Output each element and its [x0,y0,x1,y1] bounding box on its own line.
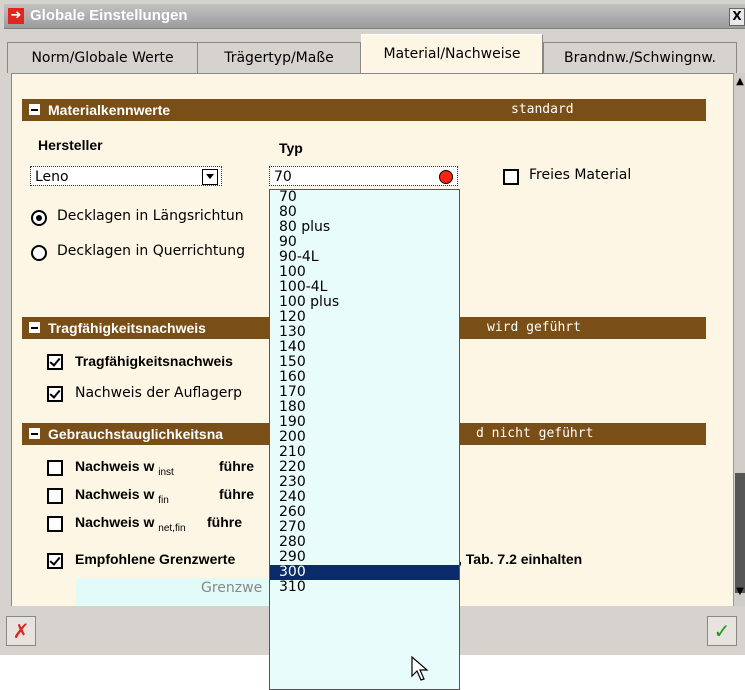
empfohlen-checkbox[interactable] [47,553,63,569]
close-button[interactable]: X [729,8,745,26]
typ-option[interactable]: 280 [270,535,459,550]
auflager-checkbox[interactable] [47,386,63,402]
tab-brandnw-schwingnw[interactable]: Brandnw./Schwingnw. [543,42,737,73]
typ-option[interactable]: 200 [270,430,459,445]
typ-option[interactable]: 300 [270,565,459,580]
typ-option[interactable]: 170 [270,385,459,400]
typ-option[interactable]: 120 [270,310,459,325]
typ-option[interactable]: 290 [270,550,459,565]
typ-option[interactable]: 240 [270,490,459,505]
cancel-button[interactable]: ✗ [6,616,36,646]
typ-label: Typ [279,140,303,156]
w-netfin-label: Nachweis w net,fin [75,514,186,534]
typ-value: 70 [274,169,292,185]
tab-norm-globale-werte[interactable]: Norm/Globale Werte [7,42,198,73]
title-bar[interactable]: ➜ Globale Einstellungen X [4,4,745,29]
typ-option[interactable]: 310 [270,580,459,595]
auflager-label: Nachweis der Auflagerp [75,385,243,401]
w-netfin-fuehren: führe [207,514,242,530]
tabelle-label: , Tab. 7.2 einhalten [458,551,583,567]
scroll-up-icon[interactable]: ▲ [734,75,745,89]
typ-option[interactable]: 90-4L [270,250,459,265]
typ-option[interactable]: 210 [270,445,459,460]
tab-material-nachweise[interactable]: Material/Nachweise [361,34,543,75]
w-inst-checkbox[interactable] [47,460,63,476]
w-inst-label: Nachweis w inst [75,458,174,478]
typ-option[interactable]: 100-4L [270,280,459,295]
typ-option[interactable]: 160 [270,370,459,385]
w-fin-label: Nachweis w fin [75,486,169,506]
window-title: Globale Einstellungen [30,7,188,24]
grenzwerte-label: Grenzwe [201,580,263,596]
section-title: Gebrauchstauglichkeitsna [48,426,224,442]
hersteller-label: Hersteller [38,137,103,153]
typ-select[interactable]: 70 [269,166,458,186]
section-materialkennwerte[interactable]: Materialkennwerte standard [22,99,706,121]
status-dot-icon [439,170,453,184]
decklagen-quer-radio[interactable] [31,245,47,261]
typ-option[interactable]: 100 plus [270,295,459,310]
app-arrow-icon: ➜ [8,8,24,24]
typ-option[interactable]: 80 [270,205,459,220]
chevron-down-icon[interactable] [202,169,218,185]
typ-option[interactable]: 180 [270,400,459,415]
decklagen-laengs-label: Decklagen in Längsrichtun [57,208,244,224]
freies-material-label: Freies Material [529,167,632,183]
decklagen-quer-label: Decklagen in Querrichtung [57,243,246,259]
scroll-down-icon[interactable]: ▼ [734,585,745,599]
tragfaehigkeit-checkbox[interactable] [47,354,63,370]
typ-option[interactable]: 270 [270,520,459,535]
w-inst-fuehren: führe [219,458,254,474]
typ-option[interactable]: 220 [270,460,459,475]
collapse-icon[interactable] [29,428,40,439]
w-fin-checkbox[interactable] [47,488,63,504]
mouse-cursor-icon [411,656,429,681]
w-fin-fuehren: führe [219,486,254,502]
typ-option[interactable]: 190 [270,415,459,430]
section-status: d nicht geführt [476,426,594,441]
typ-option[interactable]: 150 [270,355,459,370]
tab-bar: Norm/Globale Werte Trägertyp/Maße Materi… [0,34,745,75]
decklagen-laengs-radio[interactable] [31,210,47,226]
typ-option[interactable]: 140 [270,340,459,355]
hersteller-select[interactable]: Leno [30,166,222,186]
ok-button[interactable]: ✓ [707,616,737,646]
vertical-scrollbar[interactable]: ▲ ▼ [733,73,745,606]
freies-material-checkbox[interactable] [503,169,519,185]
section-status: wird geführt [487,320,581,335]
section-status: standard [511,102,574,117]
w-netfin-checkbox[interactable] [47,516,63,532]
hersteller-value: Leno [35,169,69,185]
typ-option[interactable]: 80 plus [270,220,459,235]
scroll-thumb[interactable] [735,473,745,593]
typ-option[interactable]: 90 [270,235,459,250]
typ-option[interactable]: 130 [270,325,459,340]
section-title: Tragfähigkeitsnachweis [48,320,206,336]
collapse-icon[interactable] [29,322,40,333]
typ-option[interactable]: 230 [270,475,459,490]
empfohlen-label: Empfohlene Grenzwerte [75,551,236,567]
collapse-icon[interactable] [29,104,40,115]
tragfaehigkeit-label: Tragfähigkeitsnachweis [75,353,233,369]
typ-option[interactable]: 260 [270,505,459,520]
grenzwerte-field: Grenzwe [76,578,270,606]
typ-option[interactable]: 70 [270,190,459,205]
section-title: Materialkennwerte [48,102,171,118]
typ-option[interactable]: 100 [270,265,459,280]
tab-traegertyp-masse[interactable]: Trägertyp/Maße [197,42,361,73]
typ-dropdown-list[interactable]: 70 80 80 plus 90 90-4L 100 100-4L 100 plus 120 13… [269,189,460,690]
